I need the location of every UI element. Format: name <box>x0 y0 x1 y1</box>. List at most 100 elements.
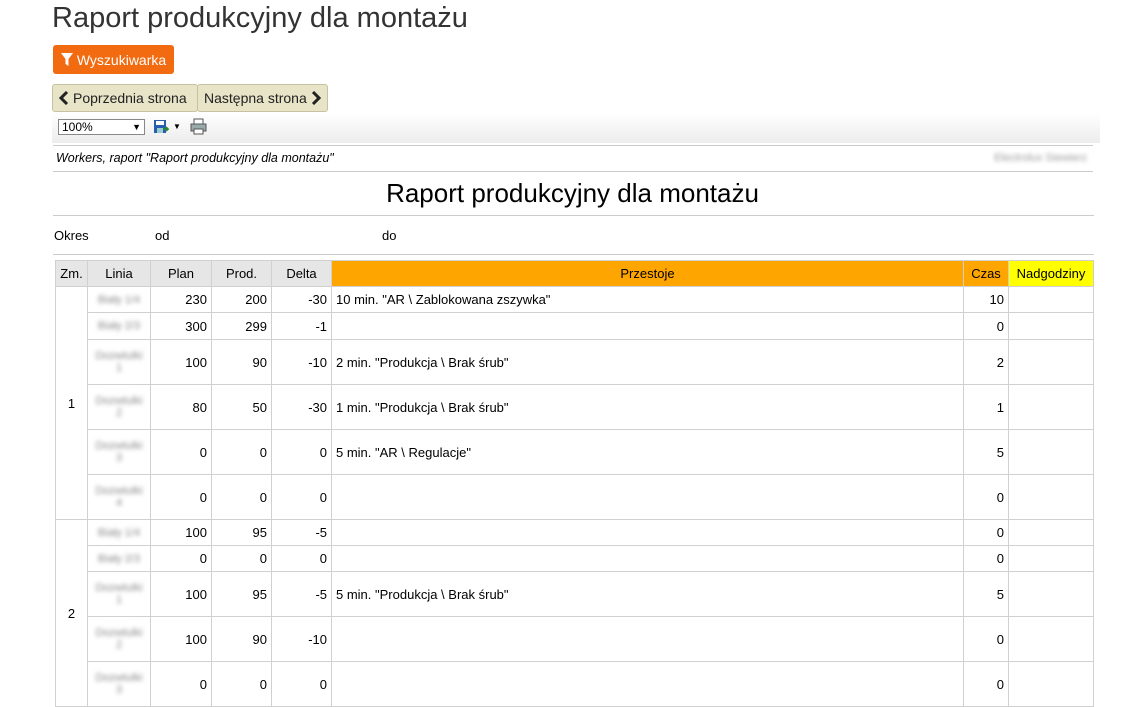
downtime-cell: 2 min. "Produkcja \ Brak śrub" <box>331 339 964 385</box>
overtime-cell <box>1008 571 1094 617</box>
table-header-row: Zm. Linia Plan Prod. Delta Przestoje Cza… <box>55 260 1094 287</box>
previous-page-button[interactable]: Poprzednia strona <box>52 84 198 112</box>
line-cell: Dozwtulki 2 <box>87 384 151 430</box>
line-cell: Dozwtulki 1 <box>87 571 151 617</box>
search-button[interactable]: Wyszukiwarka <box>53 45 174 74</box>
print-icon[interactable] <box>190 118 207 135</box>
delta-cell: -30 <box>271 384 332 430</box>
zoom-select[interactable]: 100% ▼ <box>58 119 145 135</box>
line-cell: Biały 1/4 <box>87 286 151 313</box>
prod-cell: 0 <box>211 545 272 572</box>
prod-cell: 90 <box>211 339 272 385</box>
time-cell: 2 <box>963 339 1009 385</box>
prod-cell: 95 <box>211 571 272 617</box>
line-cell: Dozwtulki 2 <box>87 616 151 662</box>
line-cell: Dozwtulki 4 <box>87 474 151 520</box>
time-cell: 0 <box>963 661 1009 707</box>
col-zm: Zm. <box>55 260 88 287</box>
line-cell: Dozwtulki 1 <box>87 339 151 385</box>
delta-cell: 0 <box>271 429 332 475</box>
prod-cell: 90 <box>211 616 272 662</box>
delta-cell: -1 <box>271 312 332 340</box>
search-button-label: Wyszukiwarka <box>76 51 167 68</box>
downtime-cell: 5 min. "Produkcja \ Brak śrub" <box>331 571 964 617</box>
chevron-down-icon: ▼ <box>132 122 141 132</box>
next-page-button[interactable]: Następna strona <box>197 84 328 112</box>
table-row: Dozwtulki 2 80 50 -30 1 min. "Produkcja \ Br… <box>56 384 1094 430</box>
prod-cell: 95 <box>211 519 272 546</box>
company-name: Electrolux Siewierz <box>994 152 1087 164</box>
zoom-value: 100% <box>62 120 93 134</box>
downtime-cell <box>331 661 964 707</box>
line-cell: Biały 1/4 <box>87 519 151 546</box>
col-prod: Prod. <box>211 260 272 287</box>
chevron-left-icon <box>59 91 69 105</box>
period-to-label: do <box>382 228 397 243</box>
overtime-cell <box>1008 339 1094 385</box>
page-title: Raport produkcyjny dla montażu <box>52 2 468 34</box>
line-cell: Dozwtulki 3 <box>87 661 151 707</box>
overtime-cell <box>1008 661 1094 707</box>
plan-cell: 300 <box>150 312 212 340</box>
prod-cell: 299 <box>211 312 272 340</box>
line-cell: Dozwtulki 3 <box>87 429 151 475</box>
plan-cell: 0 <box>150 429 212 475</box>
time-cell: 1 <box>963 384 1009 430</box>
report-header: Workers, raport "Raport produkcyjny dla … <box>53 145 1093 172</box>
line-cell: Biały 2/3 <box>87 312 151 340</box>
plan-cell: 0 <box>150 474 212 520</box>
prod-cell: 0 <box>211 429 272 475</box>
plan-cell: 100 <box>150 519 212 546</box>
filter-icon <box>60 52 73 66</box>
prod-cell: 0 <box>211 474 272 520</box>
table-row: Dozwtulki 40000 <box>56 474 1094 520</box>
plan-cell: 0 <box>150 545 212 572</box>
plan-cell: 100 <box>150 571 212 617</box>
delta-cell: -5 <box>271 571 332 617</box>
table-row: Dozwtulki 30005 min. "AR \ Regulacje" 5 <box>56 429 1094 475</box>
downtime-cell <box>331 616 964 662</box>
plan-cell: 230 <box>150 286 212 313</box>
col-czas: Czas <box>963 260 1009 287</box>
save-dropdown-icon[interactable]: ▼ <box>173 122 181 131</box>
report-source: Workers, raport "Raport produkcyjny dla … <box>56 151 334 165</box>
delta-cell: -10 <box>271 616 332 662</box>
plan-cell: 100 <box>150 616 212 662</box>
save-icon[interactable] <box>153 119 169 135</box>
prod-cell: 0 <box>211 661 272 707</box>
delta-cell: 0 <box>271 661 332 707</box>
downtime-cell <box>331 545 964 572</box>
table-body: 1 Biały 1/4 230 200 -30 10 min. "AR \ Zabloko… <box>55 286 1094 707</box>
overtime-cell <box>1008 616 1094 662</box>
table-row: Dozwtulki 30000 <box>56 661 1094 707</box>
time-cell: 5 <box>963 571 1009 617</box>
overtime-cell <box>1008 545 1094 572</box>
time-cell: 0 <box>963 519 1009 546</box>
downtime-cell <box>331 312 964 340</box>
overtime-cell <box>1008 384 1094 430</box>
chevron-right-icon <box>311 91 321 105</box>
time-cell: 10 <box>963 286 1009 313</box>
period-from-label: od <box>155 228 170 243</box>
prod-cell: 50 <box>211 384 272 430</box>
col-linia: Linia <box>87 260 151 287</box>
prod-cell: 200 <box>211 286 272 313</box>
line-cell: Biały 2/3 <box>87 545 151 572</box>
time-cell: 0 <box>963 474 1009 520</box>
time-cell: 0 <box>963 616 1009 662</box>
next-page-label: Następna strona <box>204 90 307 106</box>
delta-cell: -10 <box>271 339 332 385</box>
col-nadgodziny: Nadgodziny <box>1008 260 1094 287</box>
previous-page-label: Poprzednia strona <box>73 90 187 106</box>
overtime-cell <box>1008 519 1094 546</box>
time-cell: 0 <box>963 545 1009 572</box>
table-row: 1 Biały 1/4 230 200 -30 10 min. "AR \ Zabloko… <box>55 286 1094 520</box>
overtime-cell <box>1008 286 1094 313</box>
table-row: Dozwtulki 1 100 95 -5 5 min. "Produkcja \ Br… <box>56 571 1094 617</box>
table-row: Biały 2/3 300 299 -1 0 <box>56 312 1094 340</box>
table-row: 2 Biały 1/4 100 95 -5 0 <box>55 519 1094 707</box>
downtime-cell <box>331 474 964 520</box>
table-row: Dozwtulki 2 100 90 -10 0 <box>56 616 1094 662</box>
table-row: Dozwtulki 1 100 90 -10 2 min. "Produkcja \ B… <box>56 339 1094 385</box>
col-plan: Plan <box>150 260 212 287</box>
